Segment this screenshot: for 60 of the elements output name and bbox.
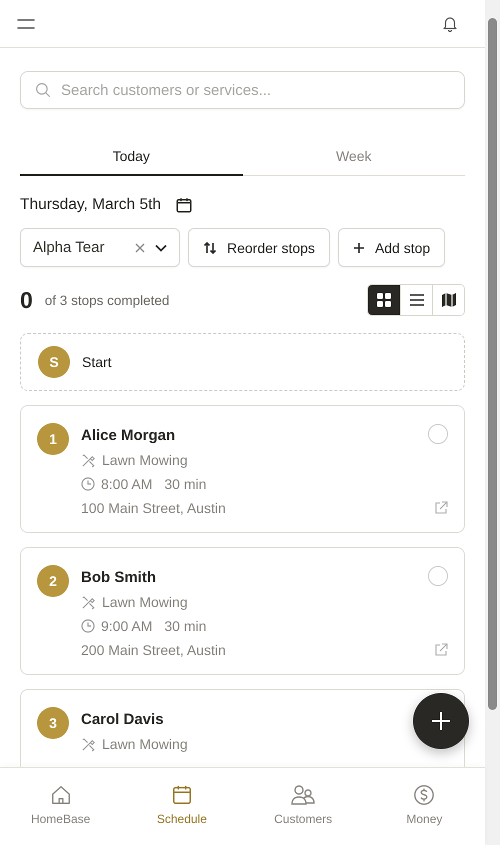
house-icon	[50, 784, 72, 806]
service-label: Lawn Mowing	[102, 736, 188, 752]
date-label: Thursday, March 5th	[20, 196, 161, 214]
duration-label: 30 min	[164, 618, 206, 634]
plus-icon	[352, 242, 365, 254]
map-icon	[440, 292, 456, 308]
start-badge: S	[38, 346, 70, 378]
reorder-button[interactable]: Reorder stops	[188, 228, 330, 267]
plus-icon	[431, 711, 451, 731]
complete-checkbox[interactable]	[428, 566, 448, 586]
service-label: Lawn Mowing	[102, 594, 188, 610]
people-icon	[291, 784, 316, 806]
search-icon	[34, 81, 52, 99]
bell-icon[interactable]	[441, 14, 459, 32]
add-fab-button[interactable]	[413, 693, 469, 749]
stop-card[interactable]: 1 Alice Morgan Lawn Mowing 8:00 AM 30 min 100 Main Street, Austin	[20, 405, 465, 533]
complete-checkbox[interactable]	[428, 424, 448, 444]
progress-label: of 3 stops completed	[44, 292, 170, 308]
stop-card[interactable]: 2 Bob Smith Lawn Mowing 9:00 AM 30 min 200 Main Street, Austin	[20, 547, 465, 675]
nav-customers-tab[interactable]: Customers	[242, 768, 364, 845]
duration-label: 30 min	[164, 476, 206, 492]
grid-icon	[376, 292, 392, 308]
customer-name: Carol Davis	[81, 710, 164, 730]
menu-icon[interactable]	[17, 18, 35, 28]
tools-icon	[81, 594, 96, 610]
scrollbar[interactable]	[485, 0, 500, 845]
stop-number-badge: 3	[37, 707, 69, 739]
clock-icon	[81, 619, 95, 633]
tab[interactable]: Week	[242, 138, 465, 176]
clock-icon	[81, 477, 95, 491]
service-label: Lawn Mowing	[102, 452, 188, 468]
chevron-down-icon[interactable]	[155, 244, 167, 252]
tools-icon	[81, 452, 96, 468]
time-label: 9:00 AM	[101, 618, 152, 634]
stop-number-badge: 1	[37, 423, 69, 455]
customer-name: Bob Smith	[81, 568, 156, 588]
tools-icon	[81, 736, 96, 752]
nav-home-tab[interactable]: HomeBase	[0, 768, 122, 845]
time-label: 8:00 AM	[101, 476, 152, 492]
list-icon	[408, 293, 424, 307]
customer-name: Alice Morgan	[81, 426, 176, 446]
grid-view-button[interactable]	[368, 285, 400, 315]
nav-money-tab[interactable]: Money	[364, 768, 485, 845]
stop-number-badge: 2	[37, 565, 69, 597]
search-field[interactable]: Search customers or services...	[20, 71, 465, 109]
add-stop-button[interactable]: Add stop	[338, 228, 446, 267]
clear-icon[interactable]	[135, 242, 145, 252]
tab[interactable]: Today	[20, 138, 242, 176]
address-label: 100 Main Street, Austin	[81, 500, 226, 516]
crew-select[interactable]: Alpha Tear	[20, 228, 180, 267]
dollar-icon	[413, 784, 436, 806]
address-label: 200 Main Street, Austin	[81, 642, 226, 658]
up-down-arrows-icon	[203, 240, 217, 254]
calendar-icon[interactable]	[175, 196, 193, 214]
start-label: Start	[82, 354, 112, 370]
map-view-button[interactable]	[432, 285, 464, 315]
calendar-icon	[170, 784, 193, 806]
completed-count: 0	[20, 286, 33, 314]
start-card[interactable]: S Start	[20, 333, 465, 391]
nav-schedule-tab[interactable]: Schedule	[121, 768, 242, 845]
